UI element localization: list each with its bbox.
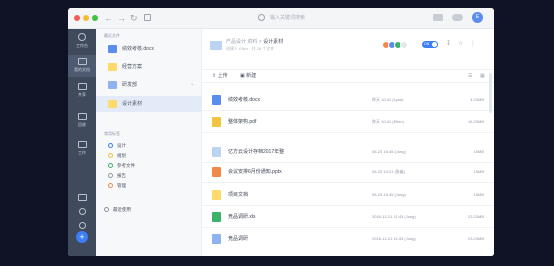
- scrollbar[interactable]: [489, 73, 492, 113]
- new-button[interactable]: ▣ 新建: [240, 73, 256, 79]
- tag-dot: [108, 163, 113, 168]
- upload-button[interactable]: ⇧ 上传: [212, 73, 228, 79]
- rail-label: 共享: [78, 92, 86, 97]
- section-recent-heading: 最近文件: [104, 33, 120, 38]
- excel-icon: [212, 212, 221, 222]
- help-icon[interactable]: [68, 222, 96, 231]
- tag-report[interactable]: 报告: [117, 173, 126, 178]
- folder-icon: [108, 100, 117, 108]
- tag-dot: [108, 153, 113, 158]
- word-icon: [108, 45, 117, 53]
- tag-planning[interactable]: 规划: [117, 153, 126, 158]
- forward-arrow-icon[interactable]: →: [117, 13, 126, 23]
- monitor-icon[interactable]: [68, 194, 96, 203]
- rail-label: 工作: [78, 150, 86, 155]
- search-icon: [258, 14, 265, 21]
- more-icon[interactable]: ⋮: [470, 40, 476, 47]
- rail-label: 工作台: [76, 43, 88, 48]
- tag-dot: [108, 143, 113, 148]
- section-tags-heading: 常用标签: [104, 131, 120, 136]
- star-icon[interactable]: ☆: [458, 40, 463, 47]
- folder-icon: [210, 41, 222, 50]
- panel-item-rd-team[interactable]: 研发部 ⌄: [96, 78, 202, 92]
- list-view-icon[interactable]: ☰: [468, 73, 472, 79]
- work-icon: [77, 141, 87, 148]
- breadcrumb: 产品设计 资料 > 设计素材: [226, 39, 284, 45]
- cloud-icon[interactable]: [452, 14, 463, 21]
- folder-icon: [212, 190, 221, 200]
- breadcrumb-current: 设计素材: [263, 39, 284, 45]
- file-row[interactable]: 竞品调研.xls 2016-12-21 11:43 (Jung) 23.23MB: [202, 206, 494, 228]
- rail-item-dashboard[interactable]: 工作台: [68, 33, 96, 53]
- back-arrow-icon[interactable]: ←: [104, 13, 113, 23]
- recent-use-link[interactable]: 最近使用: [113, 207, 131, 212]
- folder-icon: [108, 63, 117, 71]
- breadcrumb-root[interactable]: 产品设计 资料: [226, 39, 257, 45]
- tag-dot: [108, 183, 113, 188]
- file-row[interactable]: 项目文档 06-23 15:45 (Jung) 15MB: [202, 184, 494, 206]
- desktop-background: ← → ↻ 输入关键词搜索 E 工作台 我的文档 共享 回收 工作 + 最近文件…: [0, 0, 554, 266]
- file-browser: 产品设计 资料 > 设计素材 创建人 Ellen · 共 28 个文件 ON ↧…: [202, 29, 494, 256]
- rail-item-trash[interactable]: 回收: [68, 113, 96, 133]
- file-row[interactable]: 会议安排6月份通知.pptx 06-23 14:21 (张淼) 15MB: [202, 161, 494, 183]
- word-icon: [212, 95, 221, 105]
- left-rail: 工作台 我的文档 共享 回收 工作 +: [68, 29, 96, 256]
- rail-item-share[interactable]: 共享: [68, 83, 96, 103]
- download-icon[interactable]: ↧: [446, 40, 451, 47]
- rail-label: 我的文档: [74, 67, 90, 72]
- search-placeholder: 输入关键词搜索: [270, 15, 306, 21]
- file-row[interactable]: 绩效考核.docx 昨天 10:41 (Lyon) 4.23MB: [202, 89, 494, 111]
- clock-icon: [104, 207, 109, 212]
- settings-icon[interactable]: [68, 208, 96, 217]
- panel-item-plan-folder[interactable]: 经营方案: [96, 60, 202, 74]
- grid-view-icon[interactable]: ▦: [480, 73, 485, 79]
- rail-item-work[interactable]: 工作: [68, 141, 96, 161]
- ppt-icon: [212, 167, 221, 177]
- file-row[interactable]: 整体架构.pdf 昨天 10:41 (Ellen) 16.23MB: [202, 111, 494, 133]
- search-bar[interactable]: 输入关键词搜索: [258, 13, 378, 24]
- panel-item-performance-doc[interactable]: 绩效考核.docx: [96, 42, 202, 56]
- share-icon: [77, 83, 87, 90]
- chevron-down-icon[interactable]: ⌄: [190, 81, 194, 87]
- tag-management[interactable]: 管理: [117, 183, 126, 188]
- rail-label: 回收: [78, 122, 86, 127]
- folder-icon: [212, 147, 221, 157]
- folder-meta: 创建人 Ellen · 共 28 个文件: [226, 46, 275, 51]
- team-icon: [108, 81, 117, 89]
- minimize-window-button[interactable]: [83, 15, 89, 21]
- folder-panel: 最近文件 绩效考核.docx 经营方案 研发部 ⌄ 设计素材 常用标签 设计 规…: [96, 29, 202, 256]
- dashboard-icon: [78, 33, 86, 41]
- toolbar: ⇧ 上传 ▣ 新建 ☰ ▦: [202, 69, 494, 83]
- add-member-icon[interactable]: [400, 41, 408, 49]
- app-window: ← → ↻ 输入关键词搜索 E 工作台 我的文档 共享 回收 工作 + 最近文件…: [68, 8, 494, 256]
- title-bar: ← → ↻ 输入关键词搜索 E: [68, 8, 494, 29]
- rail-item-my-docs[interactable]: 我的文档: [68, 55, 96, 77]
- add-button[interactable]: +: [76, 231, 88, 243]
- panel-item-design-assets[interactable]: 设计素材: [96, 96, 202, 112]
- tag-reference[interactable]: 参考文件: [117, 163, 135, 168]
- trash-icon: [77, 113, 87, 120]
- pdf-icon: [212, 117, 221, 127]
- message-icon[interactable]: [433, 14, 443, 21]
- tag-design[interactable]: 设计: [117, 143, 126, 148]
- file-row[interactable]: 竞品调研 2016-12-21 11:43 (Jung) 23.23MB: [202, 228, 494, 250]
- user-avatar[interactable]: E: [472, 12, 483, 23]
- window-icon[interactable]: [144, 14, 151, 21]
- doc-icon: [77, 58, 87, 65]
- file-row[interactable]: 亿方云设计存档2017年整 06-23 16:45 (Jung) 15MB: [202, 141, 494, 163]
- sync-toggle[interactable]: ON: [422, 41, 438, 48]
- maximize-window-button[interactable]: [92, 15, 98, 21]
- refresh-icon[interactable]: ↻: [130, 13, 138, 23]
- image-icon: [212, 234, 221, 244]
- tag-dot: [108, 173, 113, 178]
- close-window-button[interactable]: [74, 15, 80, 21]
